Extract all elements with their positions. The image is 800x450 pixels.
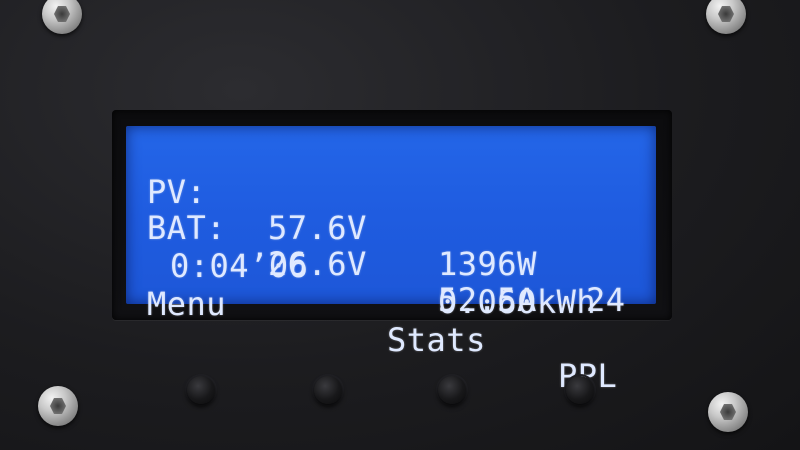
pv-power: 1396W [438,245,537,283]
menu-button[interactable] [187,376,215,404]
pv-label: PV: [147,173,207,211]
lcd-row-softkeys: Menu Stats PPL [0,250,617,394]
stats-button[interactable] [438,376,466,404]
lcd-row-bat: BAT: 26.6V 52.5A [0,174,536,318]
pv-voltage: 57.6V [268,209,367,247]
elapsed-time: 0:04’06 [170,247,309,285]
softkey-menu-label: Menu [147,285,227,323]
lcd-row-pv: PV: 57.6V 1396W 24 [0,138,625,318]
softkey-stats-label: Stats [387,321,486,359]
energy-value: 0.060kWh [438,283,597,321]
screw-icon [706,0,746,34]
lcd-row-time-energy: 0:04’06 0.060kWh [0,212,596,320]
screw-icon [708,392,748,432]
ppl-button[interactable] [566,376,594,404]
softkey-2-button[interactable] [314,376,342,404]
screw-icon [42,0,82,34]
device-panel: PV: 57.6V 1396W 24 BAT: 26.6V 52.5A 0:04… [0,0,800,450]
bat-label: BAT: [147,209,227,247]
